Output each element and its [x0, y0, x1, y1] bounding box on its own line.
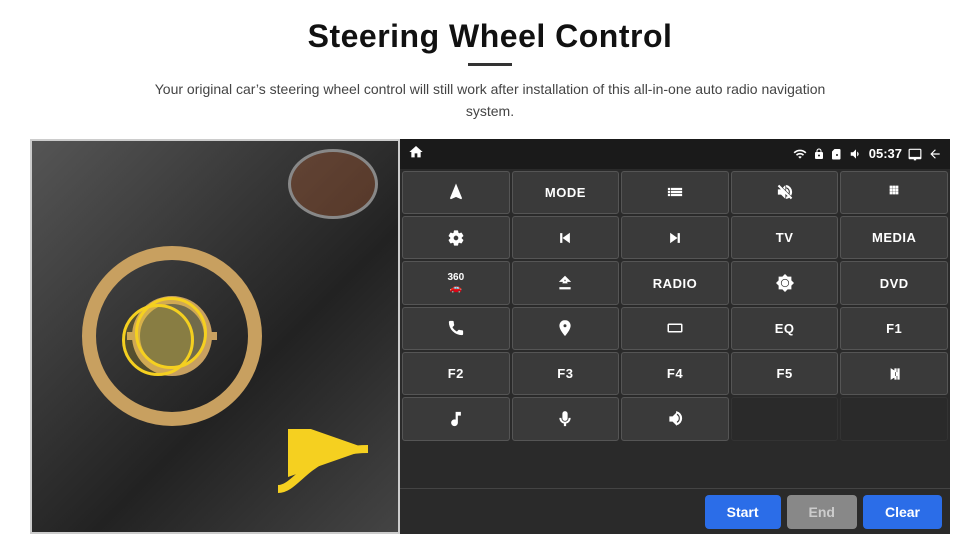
next-button[interactable]	[621, 216, 729, 259]
radio-button[interactable]: RADIO	[621, 261, 729, 304]
status-bar: 05:37	[400, 139, 950, 169]
status-left	[408, 144, 424, 163]
car-image	[30, 139, 400, 534]
steering-wheel	[82, 246, 262, 426]
apps-button[interactable]	[840, 171, 948, 214]
start-button[interactable]: Start	[705, 495, 781, 529]
prev-button[interactable]	[512, 216, 620, 259]
clear-button[interactable]: Clear	[863, 495, 942, 529]
arrow-container	[268, 429, 388, 514]
mode-button[interactable]: MODE	[512, 171, 620, 214]
phone-button[interactable]	[402, 307, 510, 350]
arrow-icon	[268, 429, 388, 509]
status-right: 05:37	[793, 146, 942, 161]
playpause-button[interactable]	[840, 352, 948, 395]
screen-icon	[908, 147, 922, 161]
back-icon	[928, 147, 942, 161]
button-grid: MODE	[400, 169, 950, 488]
eject-button[interactable]	[512, 261, 620, 304]
list-button[interactable]	[621, 171, 729, 214]
wifi-icon	[793, 147, 807, 161]
f2-button[interactable]: F2	[402, 352, 510, 395]
highlight-right	[135, 297, 207, 369]
speedometer-hint	[288, 149, 378, 219]
nav-button[interactable]	[402, 171, 510, 214]
page-container: Steering Wheel Control Your original car…	[0, 0, 980, 544]
mute2-button[interactable]	[621, 397, 729, 440]
lock-icon	[813, 148, 825, 160]
end-button[interactable]: End	[787, 495, 857, 529]
music-button[interactable]	[402, 397, 510, 440]
audio-icon	[849, 147, 863, 161]
tv-button[interactable]: TV	[731, 216, 839, 259]
content-row: 05:37 MODE	[30, 139, 950, 534]
eq-button[interactable]: EQ	[731, 307, 839, 350]
navi-button[interactable]	[512, 307, 620, 350]
empty-btn-1	[731, 397, 839, 440]
sim-icon	[831, 148, 843, 160]
control-panel: 05:37 MODE	[400, 139, 950, 534]
f1-button[interactable]: F1	[840, 307, 948, 350]
empty-btn-2	[840, 397, 948, 440]
f4-button[interactable]: F4	[621, 352, 729, 395]
page-title: Steering Wheel Control	[308, 18, 673, 55]
dvd-button[interactable]: DVD	[840, 261, 948, 304]
screen-rect-button[interactable]	[621, 307, 729, 350]
mute-button[interactable]	[731, 171, 839, 214]
page-subtitle: Your original car’s steering wheel contr…	[140, 78, 840, 123]
status-time: 05:37	[869, 146, 902, 161]
brightness-button[interactable]	[731, 261, 839, 304]
action-bar: Start End Clear	[400, 488, 950, 534]
mic-button[interactable]	[512, 397, 620, 440]
car-image-bg	[32, 141, 398, 532]
f5-button[interactable]: F5	[731, 352, 839, 395]
media-button[interactable]: MEDIA	[840, 216, 948, 259]
home-icon	[408, 144, 424, 160]
settings-button[interactable]	[402, 216, 510, 259]
360cam-button[interactable]: 360🚗	[402, 261, 510, 304]
title-divider	[468, 63, 512, 66]
f3-button[interactable]: F3	[512, 352, 620, 395]
